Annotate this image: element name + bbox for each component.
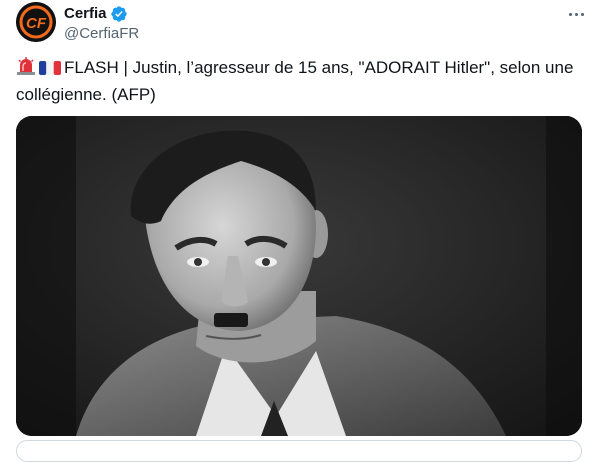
tweet-photo[interactable] [16,116,582,436]
quoted-card-edge[interactable] [16,440,582,462]
tweet-text-container: FLASH | Justin, l’agresseur de 15 ans, "… [16,56,586,107]
account-names: Cerfia @CerfiaFR [64,4,139,44]
france-flag-icon [39,59,61,83]
siren-emoji-icon [16,56,36,83]
handle[interactable]: @CerfiaFR [64,24,139,44]
more-horizontal-icon[interactable] [564,2,588,26]
display-name[interactable]: Cerfia [64,4,107,24]
tweet-text: FLASH | Justin, l’agresseur de 15 ans, "… [16,58,574,104]
tweet-header: CF Cerfia @CerfiaFR [16,2,594,46]
avatar[interactable]: CF [16,2,56,42]
verified-badge-icon [110,5,128,23]
avatar-logo-text: CF [26,15,47,32]
tweet[interactable]: CF Cerfia @CerfiaFR FLASH | Justin, l’ag… [0,0,606,462]
